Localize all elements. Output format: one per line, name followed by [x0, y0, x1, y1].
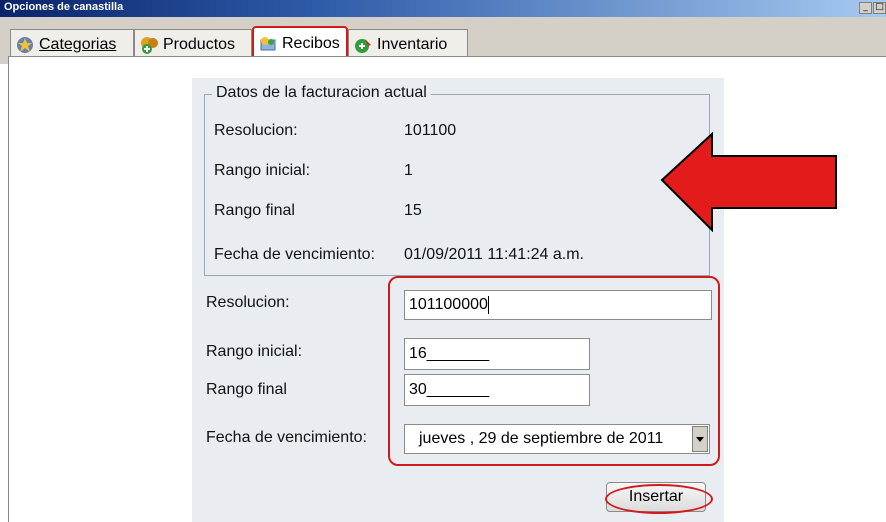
current-rango-final-label: Rango final	[214, 202, 295, 219]
current-rango-inicial-label: Rango inicial:	[214, 162, 311, 179]
current-fecha-label: Fecha de vencimiento:	[214, 246, 375, 263]
receipts-icon	[258, 34, 278, 54]
current-billing-legend: Datos de la facturacion actual	[212, 84, 431, 102]
rango-inicial-label: Rango inicial:	[206, 343, 303, 360]
current-fecha-value: 01/09/2011 11:41:24 a.m.	[404, 246, 584, 263]
form-highlight-annotation	[388, 276, 720, 466]
minimize-icon[interactable]: _	[859, 2, 872, 14]
current-resolucion-value: 101100	[404, 122, 457, 139]
window-titlebar: Opciones de canastilla _ □	[0, 0, 886, 17]
tab-categorias-label: Categorias	[39, 35, 117, 53]
button-highlight-annotation	[605, 484, 713, 514]
fecha-vencimiento-label: Fecha de vencimiento:	[206, 429, 367, 446]
categories-star-icon	[15, 35, 35, 55]
current-rango-inicial-value: 1	[404, 162, 413, 179]
current-rango-final-value: 15	[404, 202, 422, 219]
tab-inventario[interactable]: Inventario	[348, 29, 468, 59]
maximize-icon[interactable]: □	[873, 2, 886, 14]
window-title: Opciones de canastilla	[4, 1, 124, 13]
tab-productos-label: Productos	[163, 35, 236, 53]
current-resolucion-label: Resolucion:	[214, 122, 298, 139]
tab-recibos-label: Recibos	[282, 35, 340, 52]
tab-inventario-label: Inventario	[377, 35, 448, 53]
red-arrow-annotation	[660, 132, 837, 232]
rango-final-label: Rango final	[206, 381, 287, 398]
tab-categorias[interactable]: Categorias	[10, 29, 134, 59]
resolucion-label: Resolucion:	[206, 294, 290, 311]
inventory-icon	[353, 35, 373, 55]
tab-productos[interactable]: Productos	[134, 29, 252, 59]
products-add-icon	[139, 35, 159, 55]
